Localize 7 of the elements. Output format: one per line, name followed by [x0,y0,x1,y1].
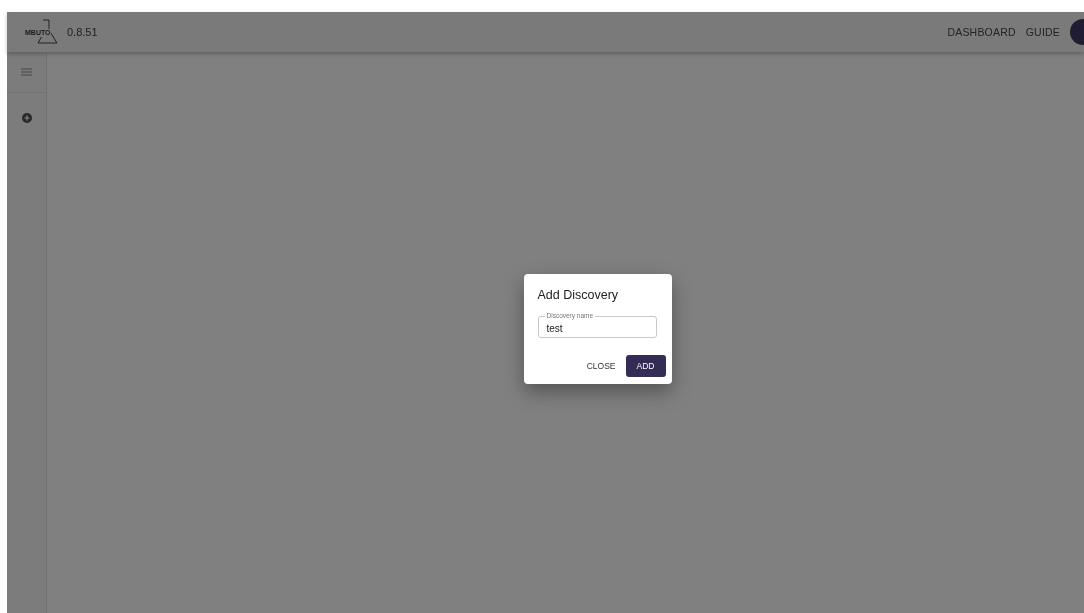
close-button[interactable]: CLOSE [586,356,616,375]
dialog-title: Add Discovery [537,287,620,302]
add-button[interactable]: ADD [625,354,666,377]
add-icon[interactable] [21,113,32,123]
nav-link[interactable]: DASHBOARD [947,26,1016,38]
version-label: 0.8.51 [67,26,98,38]
nav-link[interactable]: GUIDE [1025,26,1060,38]
